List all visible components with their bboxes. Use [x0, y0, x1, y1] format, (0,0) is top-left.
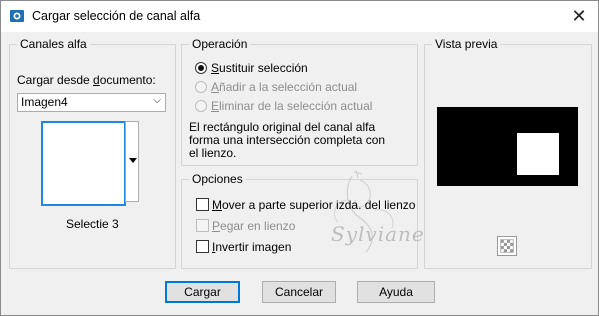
title-bar: Cargar selección de canal alfa ✕ [0, 0, 599, 32]
checkbox-paste-on-canvas[interactable] [196, 219, 209, 232]
options-legend: Opciones [192, 172, 243, 186]
cancel-button[interactable]: Cancelar [262, 281, 336, 303]
thumbnail-caption: Selectie 3 [66, 217, 119, 231]
transparency-checker-icon[interactable] [497, 236, 517, 256]
checkbox-invert-image-label[interactable]: Invertir imagen [212, 240, 291, 254]
checkbox-move-top-left-label[interactable]: Mover a parte superior izda. del lienzo [212, 198, 415, 212]
load-button[interactable]: Cargar [165, 281, 240, 303]
channel-thumbnail[interactable] [41, 121, 126, 206]
operation-legend: Operación [192, 37, 248, 51]
preview-canvas [437, 107, 578, 186]
info-line-2: forma una intersección completa con [189, 133, 386, 147]
document-select-value: Imagen4 [21, 95, 68, 109]
window-title: Cargar selección de canal alfa [32, 9, 201, 23]
help-button[interactable]: Ayuda [357, 281, 435, 303]
watermark-swirl [333, 170, 394, 253]
thumbnail-dropdown-button[interactable] [125, 121, 139, 202]
chevron-down-icon: ⌵ [153, 95, 161, 106]
checkbox-invert-image[interactable] [196, 240, 209, 253]
radio-add-label[interactable]: Añadir a la selección actual [211, 80, 357, 94]
radio-dot [198, 65, 204, 71]
close-icon[interactable]: ✕ [568, 6, 590, 26]
load-from-document-label: Cargar desde documento: [17, 73, 156, 87]
radio-remove-from-selection[interactable] [195, 100, 207, 112]
alpha-channels-legend: Canales alfa [20, 37, 87, 51]
document-select[interactable]: Imagen4 ⌵ [17, 93, 166, 112]
radio-replace-selection[interactable] [195, 62, 207, 74]
radio-replace-label[interactable]: Sustituir selección [211, 61, 308, 75]
preview-legend: Vista previa [435, 37, 498, 51]
dropdown-arrow-icon [129, 158, 137, 163]
checkbox-paste-on-canvas-label[interactable]: Pegar en lienzo [212, 219, 295, 233]
info-line-3: el lienzo. [189, 146, 237, 160]
radio-remove-label[interactable]: Eliminar de la selección actual [211, 99, 372, 113]
watermark-text: Sylviane [331, 222, 425, 246]
info-line-1: El rectángulo original del canal alfa [189, 120, 376, 134]
checkbox-move-top-left[interactable] [196, 198, 209, 211]
preview-selection-area [517, 133, 559, 175]
radio-add-to-selection[interactable] [195, 81, 207, 93]
app-icon [10, 10, 24, 22]
